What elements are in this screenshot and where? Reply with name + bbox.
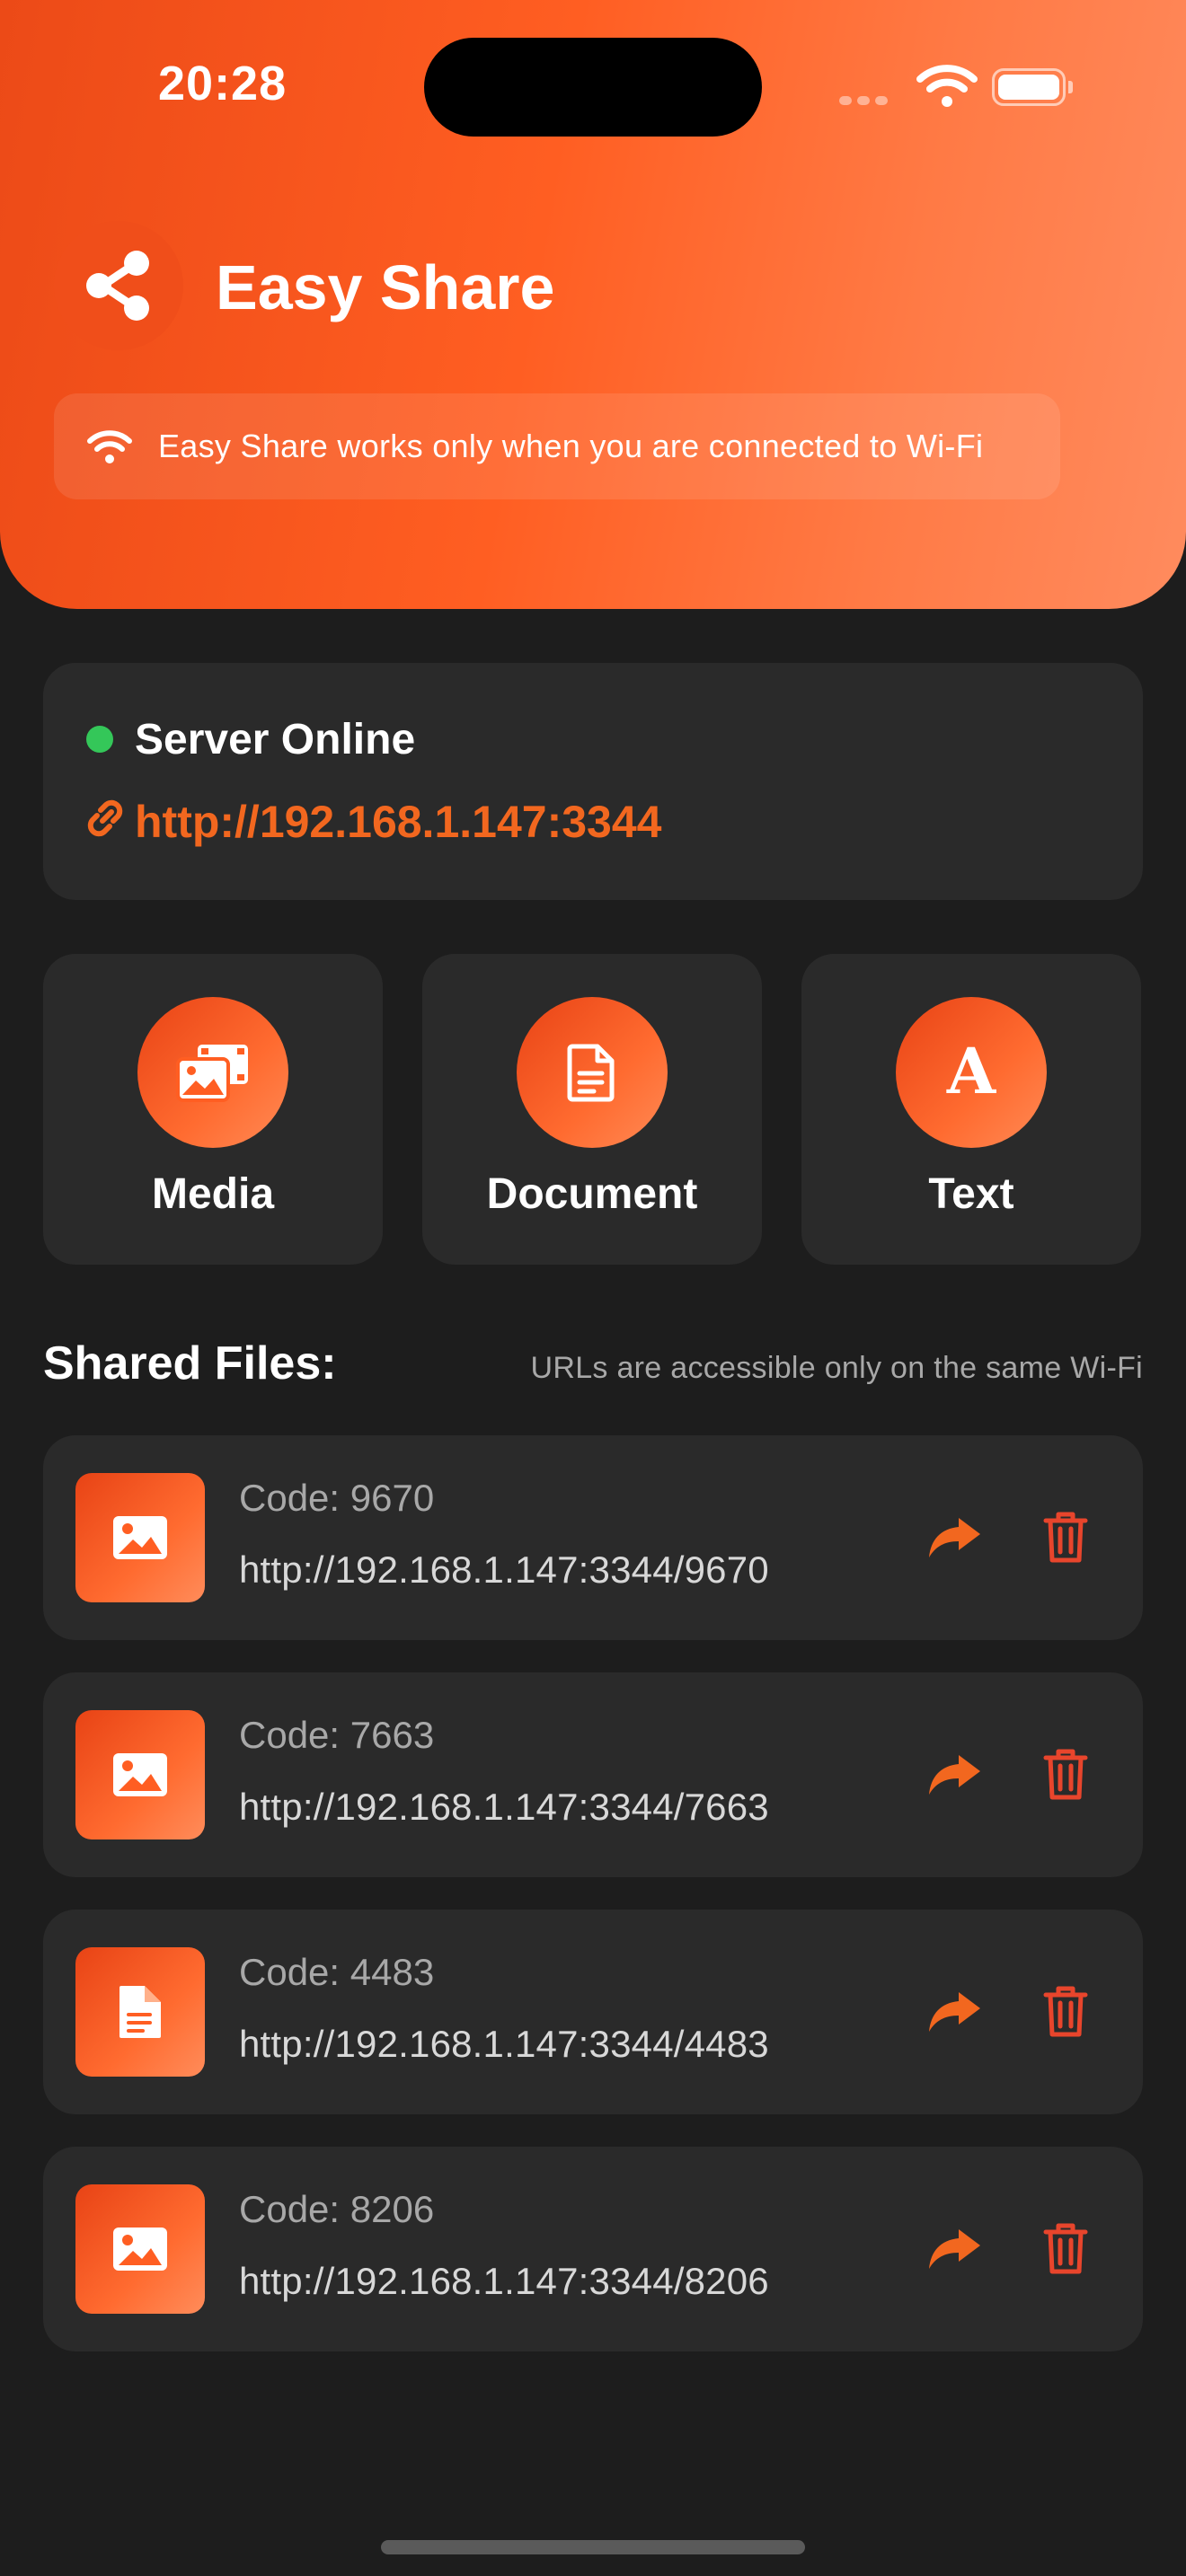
file-code: Code: 4483 xyxy=(239,1951,435,1993)
forward-arrow-icon xyxy=(929,1755,980,1795)
forward-button[interactable] xyxy=(924,1985,985,2039)
text-label: Text xyxy=(928,1170,1014,1218)
file-icon xyxy=(119,1986,161,2038)
forward-arrow-icon xyxy=(929,1992,980,2032)
home-indicator[interactable] xyxy=(381,2540,805,2554)
file-url[interactable]: http://192.168.1.147:3344/9670 xyxy=(239,1548,769,1592)
shared-files-title: Shared Files: xyxy=(43,1337,337,1389)
image-icon xyxy=(113,2228,167,2271)
wifi-icon xyxy=(87,430,132,463)
svg-text:A: A xyxy=(946,1041,997,1104)
shared-file-item[interactable]: Code: 7663 http://192.168.1.147:3344/766… xyxy=(43,1672,1143,1877)
image-icon xyxy=(113,1516,167,1559)
document-icon xyxy=(567,1044,615,1102)
forward-arrow-icon xyxy=(929,2229,980,2269)
header: 20:28 Easy Share Easy Share works only w… xyxy=(0,0,1186,609)
battery-icon xyxy=(992,68,1073,106)
app-logo xyxy=(54,221,183,350)
status-time: 20:28 xyxy=(158,57,288,110)
dynamic-island xyxy=(424,38,762,137)
forward-button[interactable] xyxy=(924,1511,985,1565)
server-status-text: Server Online xyxy=(135,716,416,763)
file-code: Code: 9670 xyxy=(239,1477,435,1519)
trash-icon xyxy=(1043,2223,1088,2274)
online-indicator xyxy=(86,726,113,753)
file-code: Code: 7663 xyxy=(239,1714,435,1756)
file-code: Code: 8206 xyxy=(239,2188,435,2230)
share-icon xyxy=(86,251,149,321)
forward-arrow-icon xyxy=(929,1518,980,1557)
file-url[interactable]: http://192.168.1.147:3344/7663 xyxy=(239,1786,769,1829)
document-label: Document xyxy=(486,1170,698,1218)
server-status-card: Server Online http://192.168.1.147:3344 xyxy=(43,663,1143,900)
media-icon xyxy=(176,1045,248,1102)
delete-button[interactable] xyxy=(1039,1980,1093,2044)
shared-file-item[interactable]: Code: 9670 http://192.168.1.147:3344/967… xyxy=(43,1435,1143,1640)
delete-button[interactable] xyxy=(1039,1505,1093,1570)
shared-file-item[interactable]: Code: 4483 http://192.168.1.147:3344/448… xyxy=(43,1910,1143,2114)
shared-files-note: URLs are accessible only on the same Wi-… xyxy=(530,1351,1143,1385)
image-icon xyxy=(113,1753,167,1796)
shared-file-item[interactable]: Code: 8206 http://192.168.1.147:3344/820… xyxy=(43,2147,1143,2351)
wifi-notice-text: Easy Share works only when you are conne… xyxy=(158,428,984,464)
server-url-link[interactable]: http://192.168.1.147:3344 xyxy=(135,796,661,848)
link-icon xyxy=(87,799,123,837)
forward-button[interactable] xyxy=(924,1748,985,1802)
trash-icon xyxy=(1043,1512,1088,1563)
cellular-signal-icon xyxy=(839,93,893,110)
file-url[interactable]: http://192.168.1.147:3344/4483 xyxy=(239,2023,769,2066)
trash-icon xyxy=(1043,1986,1088,2037)
forward-button[interactable] xyxy=(924,2222,985,2276)
wifi-status-icon xyxy=(916,65,978,107)
document-button[interactable]: Document xyxy=(422,954,762,1265)
media-label: Media xyxy=(151,1170,275,1218)
trash-icon xyxy=(1043,1749,1088,1800)
delete-button[interactable] xyxy=(1039,1742,1093,1807)
text-button[interactable]: A Text xyxy=(801,954,1141,1265)
app-title: Easy Share xyxy=(216,252,555,322)
media-button[interactable]: Media xyxy=(43,954,383,1265)
wifi-notice-banner: Easy Share works only when you are conne… xyxy=(54,393,1060,499)
delete-button[interactable] xyxy=(1039,2217,1093,2281)
text-icon: A xyxy=(946,1041,997,1104)
file-url[interactable]: http://192.168.1.147:3344/8206 xyxy=(239,2260,769,2303)
